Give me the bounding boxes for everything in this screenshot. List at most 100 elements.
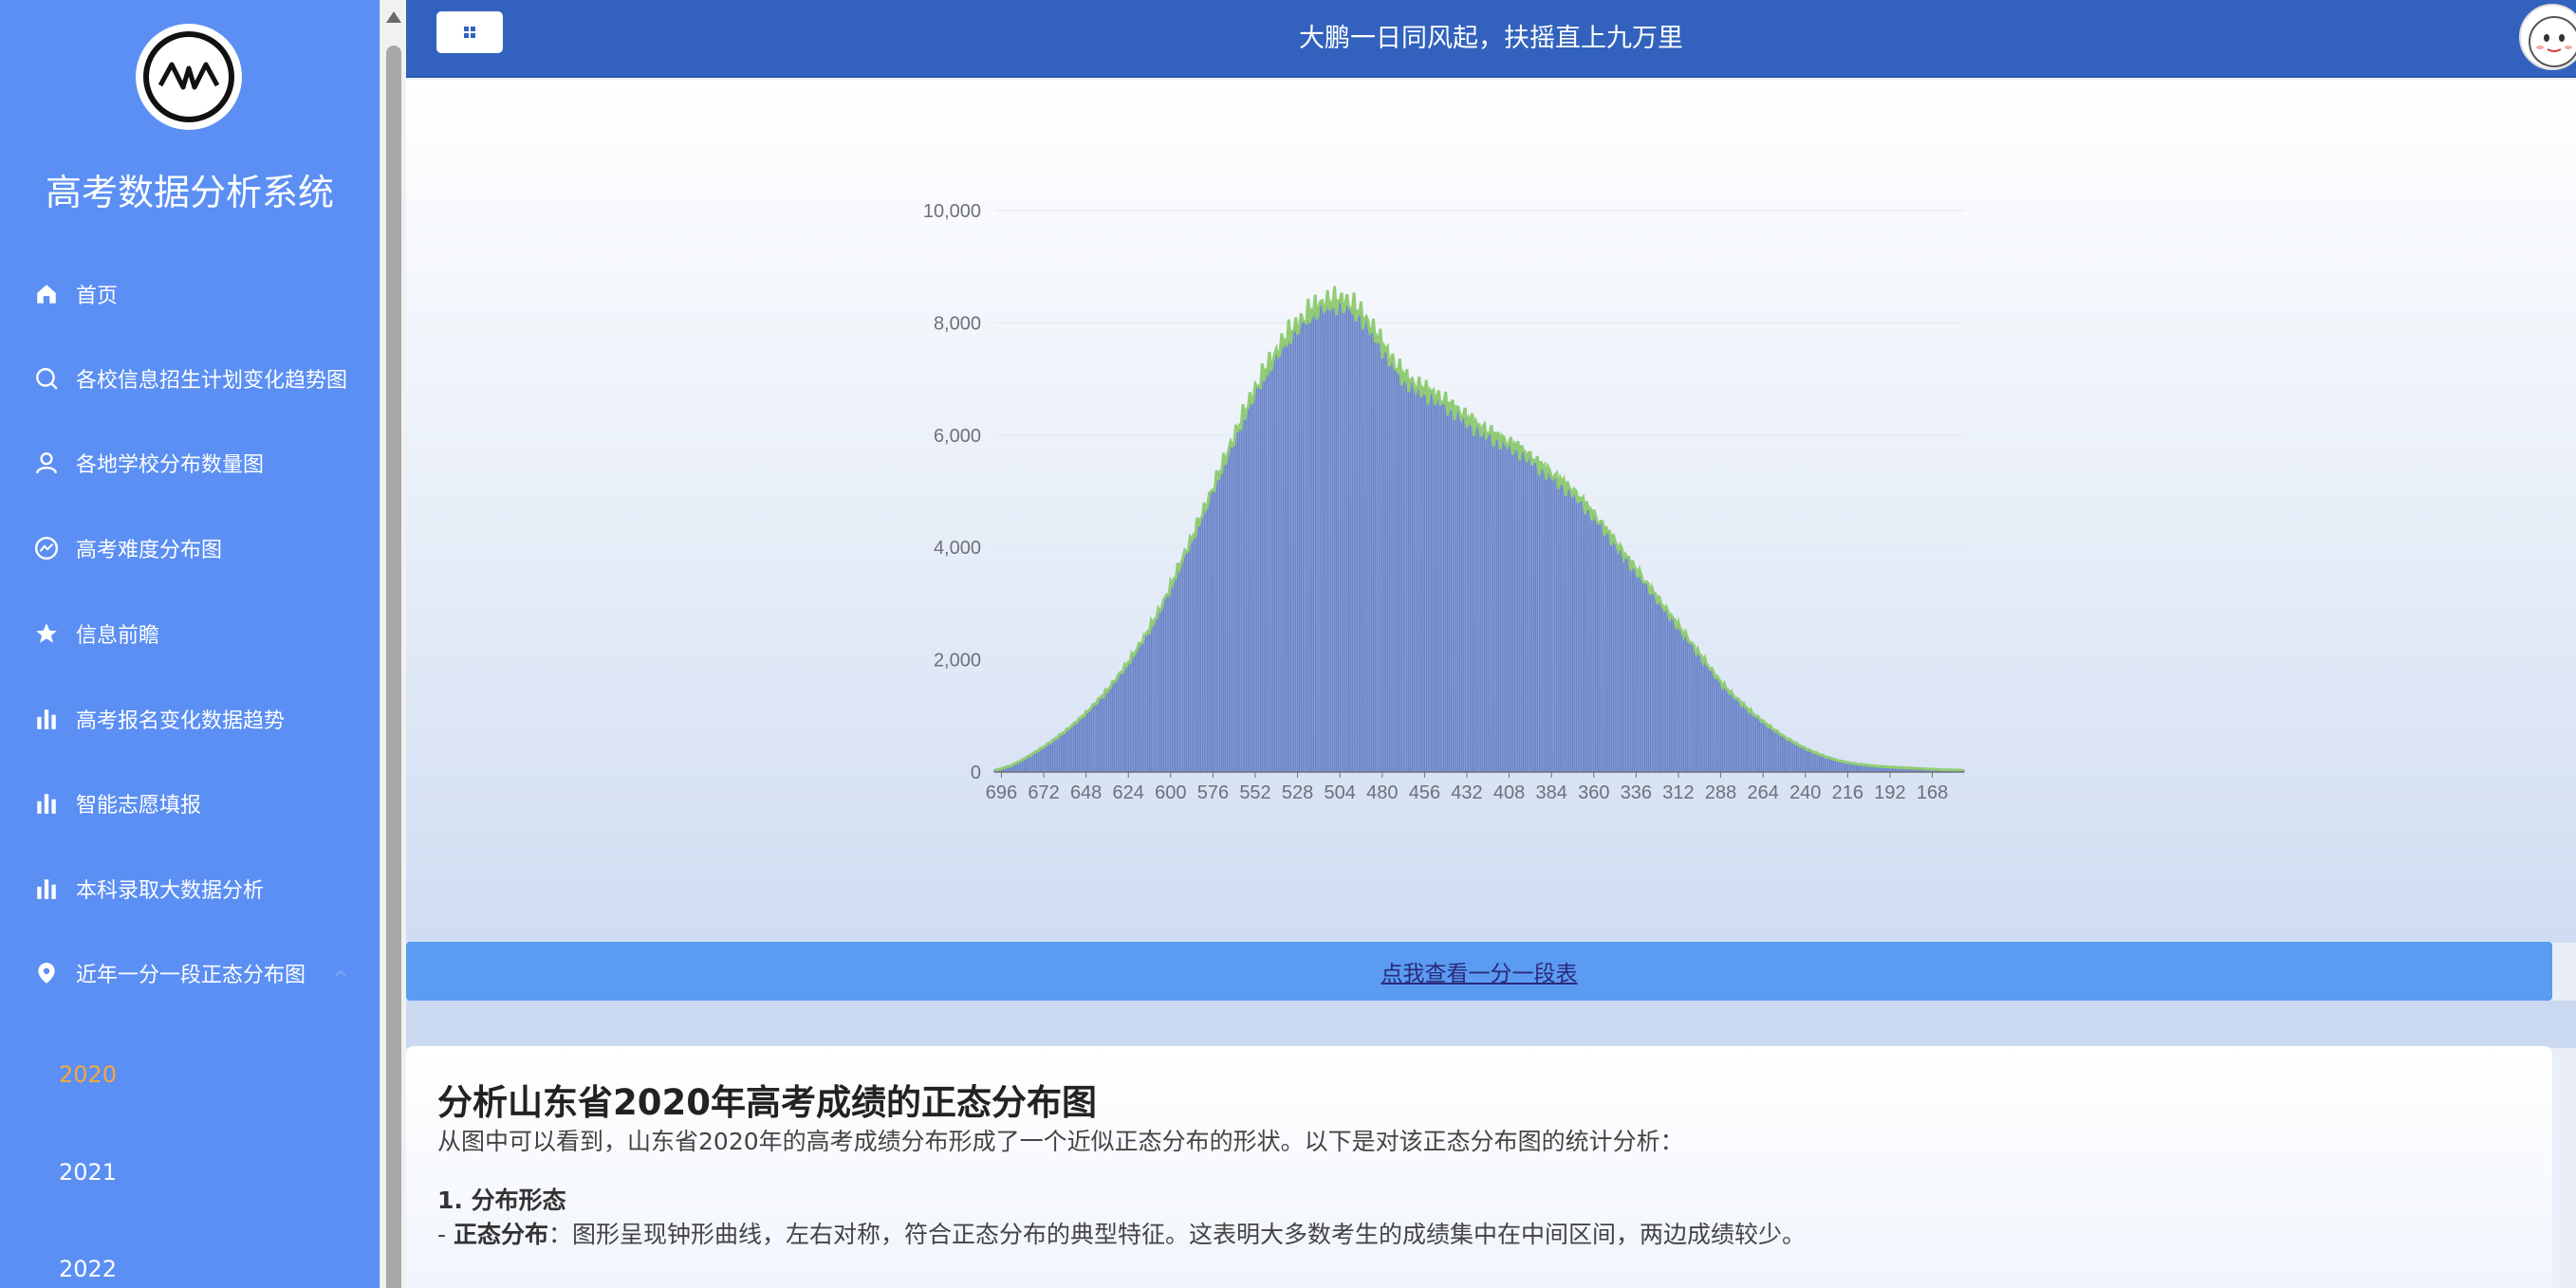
bar <box>1070 725 1073 772</box>
bar <box>1721 687 1724 772</box>
bar <box>1187 551 1190 772</box>
bar <box>1080 718 1082 772</box>
user-icon <box>34 451 59 475</box>
bar <box>1066 728 1068 772</box>
bar <box>1169 580 1172 772</box>
bar <box>1030 755 1032 772</box>
bar <box>1160 608 1163 772</box>
bar <box>1483 424 1486 772</box>
bar <box>1824 756 1826 772</box>
bar <box>1727 690 1729 772</box>
bar <box>1772 729 1775 772</box>
bar <box>1141 643 1143 772</box>
x-tick-label: 312 <box>1662 782 1694 803</box>
bar <box>1281 333 1283 772</box>
bar <box>1032 753 1034 772</box>
bar <box>1827 757 1829 772</box>
bar <box>1318 306 1320 772</box>
bar <box>1550 477 1553 772</box>
bar <box>1584 514 1586 772</box>
bar <box>1832 759 1835 772</box>
bar <box>1506 447 1509 772</box>
bar <box>1232 443 1235 772</box>
bar <box>1487 432 1490 772</box>
star-icon <box>34 621 59 646</box>
bar <box>1326 289 1329 772</box>
bar <box>1092 704 1094 772</box>
analysis-card: 分析山东省2020年高考成绩的正态分布图 从图中可以看到，山东省2020年的高考… <box>406 1046 2552 1288</box>
bar <box>1633 567 1636 772</box>
sub-item-2021[interactable]: 2021 <box>0 1144 380 1201</box>
bar <box>1471 413 1473 772</box>
bar <box>1095 703 1098 772</box>
bar <box>1793 743 1796 772</box>
bar <box>1779 734 1782 772</box>
nav-school-plan-trend[interactable]: 各校信息招生计划变化趋势图 <box>0 350 380 407</box>
nav-info-preview[interactable]: 信息前瞻 <box>0 605 380 662</box>
bar <box>1548 469 1551 772</box>
nav-smart-application-label: 智能志愿填报 <box>76 794 202 818</box>
bar <box>1481 427 1484 772</box>
bar <box>1039 748 1042 772</box>
bar <box>1325 308 1327 772</box>
bar <box>1606 532 1609 772</box>
bar <box>1559 478 1562 772</box>
bar <box>1097 698 1100 772</box>
bar <box>1360 302 1362 772</box>
score-table-link[interactable]: 点我查看一分一段表 <box>1381 955 1578 987</box>
bar <box>1242 404 1244 772</box>
bar <box>1735 698 1738 772</box>
nav-smart-application[interactable]: 智能志愿填报 <box>0 775 380 832</box>
bar <box>1156 617 1158 772</box>
bar <box>1526 462 1529 772</box>
scroll-thumb[interactable] <box>386 46 401 1288</box>
bar <box>1530 465 1533 772</box>
scrollbar[interactable] <box>380 0 406 1288</box>
score-distribution-chart: 0 2,000 4,000 6,000 8,000 10,000 696 672 648 624… <box>923 201 1965 803</box>
sub-item-2020[interactable]: 2020 <box>0 1046 380 1103</box>
bar <box>1790 741 1792 772</box>
nav-region-school-count[interactable]: 各地学校分布数量图 <box>0 434 380 491</box>
bar-chart-icon <box>34 707 59 731</box>
bar <box>1532 460 1535 772</box>
bar <box>1677 621 1679 772</box>
bar <box>1234 424 1237 772</box>
bar <box>1099 697 1102 772</box>
bar <box>1510 436 1512 772</box>
bar <box>1452 399 1454 772</box>
bar <box>1104 690 1106 772</box>
bar <box>1674 619 1677 772</box>
bar <box>1766 724 1768 772</box>
bar <box>1064 732 1066 772</box>
nav-admission-analysis[interactable]: 本科录取大数据分析 <box>0 860 380 917</box>
bar <box>1372 319 1375 772</box>
bar <box>1057 738 1059 772</box>
bar <box>1055 737 1057 772</box>
scroll-up-arrow-icon[interactable] <box>386 11 401 23</box>
bar <box>1219 471 1221 772</box>
bar <box>1207 505 1209 772</box>
bar <box>1820 755 1823 772</box>
logo-mark-icon <box>158 62 219 90</box>
bar <box>1072 723 1075 772</box>
nav-home[interactable]: 首页 <box>0 266 380 322</box>
bar <box>1552 478 1554 772</box>
nav-score-distribution[interactable]: 近年一分一段正态分布图 <box>0 945 380 1002</box>
bar <box>1811 751 1814 772</box>
bar <box>1376 337 1379 772</box>
bar <box>1704 657 1706 772</box>
sub-item-2022[interactable]: 2022 <box>0 1241 380 1288</box>
bar <box>1302 321 1305 772</box>
bar <box>1670 615 1673 772</box>
nav-difficulty-distribution[interactable]: 高考难度分布图 <box>0 520 380 577</box>
menu-toggle-button[interactable] <box>436 11 503 53</box>
chevron-up-icon[interactable] <box>334 966 347 980</box>
bar <box>1505 443 1507 772</box>
bar <box>1308 322 1311 772</box>
nav-registration-trend[interactable]: 高考报名变化数据趋势 <box>0 690 380 747</box>
bar <box>1557 488 1560 772</box>
bar <box>1750 709 1751 772</box>
bar <box>1362 329 1364 772</box>
bar <box>1284 340 1287 772</box>
bar <box>1148 633 1151 772</box>
